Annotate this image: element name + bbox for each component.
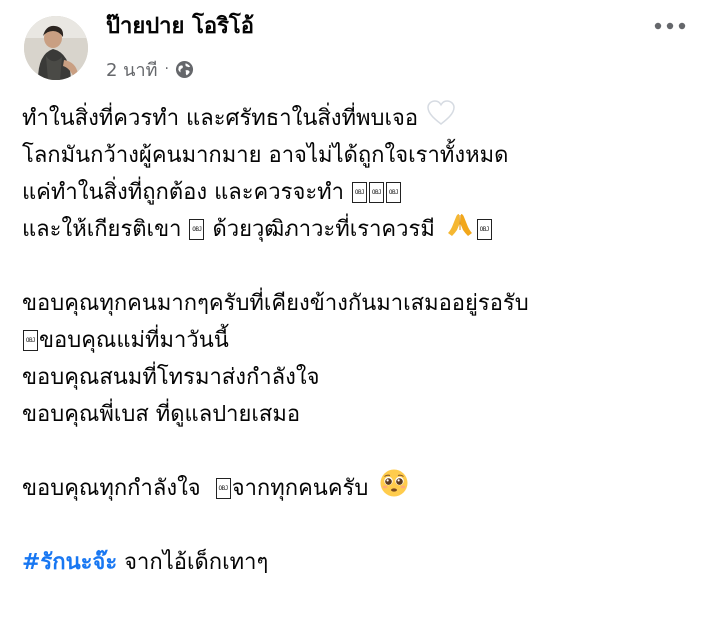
avatar-photo [24, 16, 88, 80]
placeholder-glyph: OBJ [369, 182, 385, 203]
post-header: ป๊ายปาย โอริโอ้ 2 นาที · [0, 0, 706, 90]
white-heart-icon [426, 99, 456, 138]
text-line: ขอบคุณทุกกำลังใจ OBJ จากทุกคนครับ [22, 468, 692, 510]
placeholder-glyph: OBJ [189, 219, 205, 240]
placeholder-glyph: OBJ [476, 219, 492, 240]
folded-hands-icon [446, 210, 474, 250]
text-line: ขอบคุณทุกคนมากๆครับที่เคียงข้างกันมาเสมอ… [22, 291, 529, 316]
hashtag-link[interactable]: #รักนะจ๊ะ [22, 544, 117, 581]
text-line: และให้เกียรติเขา OBJ ด้วยวุฒิภาวะที่เราค… [22, 211, 692, 248]
author-name[interactable]: ป๊ายปาย โอริโอ้ [106, 12, 254, 42]
post-meta: 2 นาที · [106, 56, 194, 82]
text-line: ขอบคุณสนมที่โทรมาส่งกำลังใจ [22, 365, 320, 390]
text-line: OBJ ขอบคุณแม่ที่มาวันนี้ [22, 322, 692, 359]
more-options-icon [654, 22, 686, 30]
text-line: ขอบคุณพี่เบส ที่ดูแลปายเสมอ [22, 402, 301, 427]
placeholder-glyph: OBJ [352, 182, 368, 203]
pleading-face-icon [379, 468, 409, 510]
globe-icon[interactable] [175, 60, 194, 79]
placeholder-glyph: OBJ [215, 478, 231, 499]
avatar[interactable] [24, 16, 88, 80]
text-line: โลกมันกว้างผู้คนมากมาย อาจไม่ได้ถูกใจเรา… [22, 143, 509, 168]
text-line: ทำในสิ่งที่ควรทำ และศรัทธาในสิ่งที่พบเจอ [22, 100, 692, 137]
post-text: ทำในสิ่งที่ควรทำ และศรัทธาในสิ่งที่พบเจอ… [22, 100, 692, 581]
placeholder-glyph: OBJ [386, 182, 402, 203]
more-options-button[interactable] [650, 12, 690, 40]
meta-separator: · [164, 61, 169, 77]
post-timestamp[interactable]: 2 นาที [106, 55, 157, 84]
placeholder-glyph: OBJ [23, 330, 38, 351]
text-line: #รักนะจ๊ะ จากไอ้เด็กเทาๆ [22, 544, 692, 581]
text-line: แค่ทำในสิ่งที่ถูกต้อง และควรจะทำ OBJ OBJ O… [22, 174, 692, 211]
